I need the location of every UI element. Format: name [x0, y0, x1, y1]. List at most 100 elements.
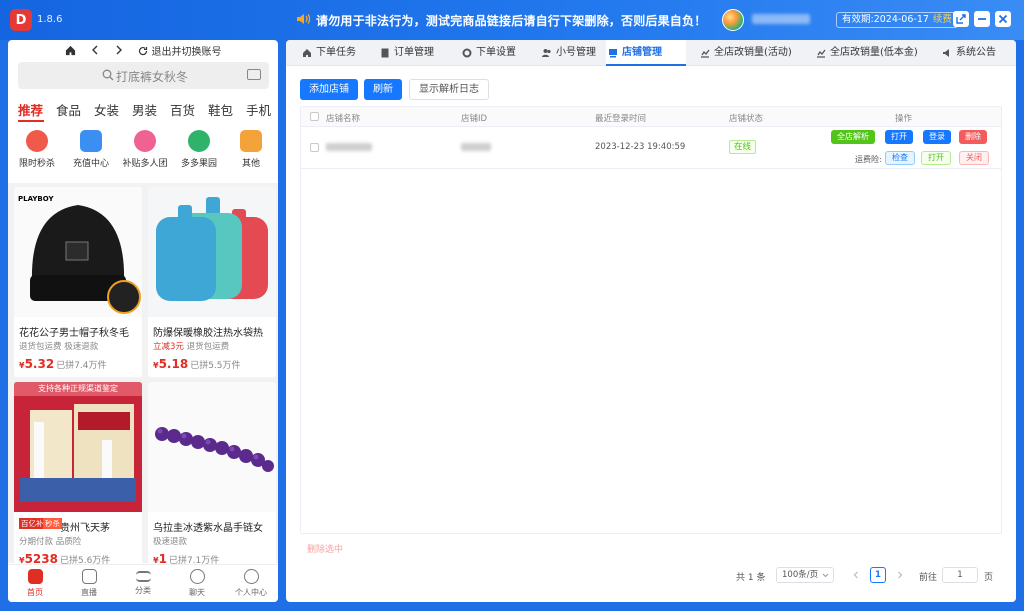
- category-men[interactable]: 男装: [132, 100, 157, 119]
- product-image: [148, 382, 276, 512]
- tab-order-management[interactable]: 订单管理: [378, 40, 434, 66]
- phone-search-bar[interactable]: 打底裤女秋冬: [18, 62, 269, 89]
- parse-store-button[interactable]: 全店解析: [831, 130, 875, 144]
- freight-close-button[interactable]: 关闭: [959, 151, 989, 165]
- category-food[interactable]: 食品: [56, 100, 81, 119]
- product-tag-text: 退货包运费: [186, 342, 230, 352]
- app-version: 1.8.6: [37, 14, 63, 25]
- shortcut-label: 限时秒杀: [18, 159, 55, 169]
- tab-label: 全店改销量(活动): [714, 47, 792, 58]
- tab-system-notice[interactable]: 系统公告: [940, 40, 996, 66]
- list-icon: [135, 571, 151, 582]
- renew-link[interactable]: 续费: [933, 14, 952, 25]
- product-card[interactable]: 防爆保暖橡胶注热水袋热 立减3元 退货包运费 ¥5.18 已拼5.5万件: [148, 187, 276, 377]
- product-image: 支持各种正规渠道鉴定: [14, 382, 142, 512]
- grid-icon: [240, 130, 262, 152]
- store-icon: [609, 49, 617, 58]
- next-page-icon[interactable]: [896, 571, 904, 579]
- shortcut-label: 多多果园: [180, 159, 217, 169]
- tabbar-home[interactable]: 首页: [8, 569, 62, 598]
- product-card[interactable]: PLAYBOY 花花公子男士帽子秋冬毛 退货包运费 极速退款 ¥5.32 已拼7.…: [14, 187, 142, 377]
- category-recommend[interactable]: 推荐: [18, 100, 43, 119]
- product-tags: 极速退款: [153, 537, 188, 547]
- tabbar-profile[interactable]: 个人中心: [224, 569, 278, 598]
- shortcut-flash-sale[interactable]: 限时秒杀: [10, 128, 64, 169]
- freight-open-button[interactable]: 打开: [921, 151, 951, 165]
- store-name-redacted: [326, 143, 372, 151]
- category-shoes-bags[interactable]: 鞋包: [208, 100, 233, 119]
- tab-label: 下单任务: [316, 47, 356, 58]
- add-store-button[interactable]: 添加店铺: [300, 79, 358, 100]
- phone-shortcut-row: 限时秒杀 充值中心 补贴多人团 多多果园 其他: [8, 128, 278, 178]
- tab-store-sales-low-capital[interactable]: 全店改销量(低本金): [814, 40, 918, 66]
- forward-icon[interactable]: [114, 45, 124, 55]
- close-icon: [998, 14, 1008, 24]
- minimize-button[interactable]: [974, 11, 990, 27]
- show-parse-log-button[interactable]: 显示解析日志: [409, 79, 489, 100]
- search-icon: [102, 69, 114, 81]
- camera-icon[interactable]: [247, 69, 261, 80]
- tabbar-live[interactable]: 直播: [62, 569, 116, 598]
- category-phones[interactable]: 手机: [246, 100, 271, 119]
- app-logo: D: [10, 9, 32, 31]
- user-avatar[interactable]: [722, 9, 744, 31]
- tab-order-task[interactable]: 下单任务: [300, 40, 356, 66]
- open-store-button[interactable]: 打开: [885, 130, 913, 144]
- product-card[interactable]: 支持各种正规渠道鉴定 贵州飞天茅 百亿补贴 秒杀 分期付款 品质险 ¥5238 已…: [14, 382, 142, 572]
- shortcut-group-buy[interactable]: 补贴多人团: [118, 128, 172, 169]
- goto-page-input[interactable]: 1: [942, 567, 978, 583]
- tabbar-category[interactable]: 分类: [116, 569, 170, 596]
- select-all-checkbox[interactable]: [310, 112, 319, 121]
- price-value: 5.18: [158, 357, 189, 371]
- product-tags: 立减3元 退货包运费: [153, 340, 229, 352]
- tab-label: 小号管理: [556, 47, 596, 58]
- announcement-icon: [943, 49, 949, 57]
- tab-store-management[interactable]: 店铺管理: [606, 40, 686, 66]
- popout-button[interactable]: [953, 11, 969, 27]
- smile-icon: [243, 569, 259, 584]
- shortcut-orchard[interactable]: 多多果园: [172, 128, 226, 169]
- switch-account-label: 退出并切换账号: [151, 46, 222, 58]
- product-price: ¥5.32 已拼7.4万件: [19, 357, 107, 371]
- tab-accounts[interactable]: 小号管理: [540, 40, 596, 66]
- shortcut-recharge[interactable]: 充值中心: [64, 128, 118, 169]
- page-size-select[interactable]: 100条/页: [776, 567, 834, 583]
- switch-account-link[interactable]: 退出并切换账号: [138, 43, 222, 58]
- tab-store-sales-activity[interactable]: 全店改销量(活动): [698, 40, 792, 66]
- chat-icon: [189, 569, 205, 584]
- gear-icon: [462, 48, 472, 58]
- shortcut-other[interactable]: 其他: [224, 128, 278, 169]
- freight-check-button[interactable]: 检查: [885, 151, 915, 165]
- tab-label: 订单管理: [394, 47, 434, 58]
- bracelet-image: [155, 427, 274, 472]
- category-women[interactable]: 女装: [94, 100, 119, 119]
- category-general[interactable]: 百货: [170, 100, 195, 119]
- col-store-id: 店铺ID: [461, 114, 488, 124]
- product-tags: 退货包运费 极速退款: [19, 342, 99, 352]
- home-icon: [303, 49, 311, 57]
- phone-preview: 退出并切换账号 打底裤女秋冬 推荐 食品 女装 男装 百货 鞋包 手机 限时秒杀…: [8, 40, 278, 602]
- pagination-total: 共 1 条: [736, 573, 766, 583]
- chart-icon: [701, 49, 710, 58]
- prev-page-icon[interactable]: [852, 571, 860, 579]
- phone-tab-bar: 首页 直播 分类 聊天 个人中心: [8, 564, 278, 602]
- home-icon[interactable]: [65, 45, 76, 56]
- product-card[interactable]: 乌拉圭冰透紫水晶手链女 极速退款 ¥1 已拼7.1万件: [148, 382, 276, 572]
- title-bar: D 1.8.6 请勿用于非法行为，测试完商品链接后请自行下架删除，否则后果自负！…: [0, 0, 1024, 40]
- login-store-button[interactable]: 登录: [923, 130, 951, 144]
- back-icon[interactable]: [90, 45, 100, 55]
- flower-icon: [134, 130, 156, 152]
- close-button[interactable]: [995, 11, 1011, 27]
- notice-text: 请勿用于非法行为，测试完商品链接后请自行下架删除，否则后果自负！: [316, 14, 707, 28]
- speaker-icon: [297, 14, 311, 24]
- delete-selected-button[interactable]: 删除选中: [307, 542, 343, 555]
- tabbar-chat[interactable]: 聊天: [170, 569, 224, 598]
- page-number-current[interactable]: 1: [870, 567, 886, 583]
- tabbar-label: 个人中心: [235, 588, 267, 597]
- delete-store-button[interactable]: 删除: [959, 130, 987, 144]
- refresh-button[interactable]: 刷新: [364, 79, 402, 100]
- tab-order-settings[interactable]: 下单设置: [460, 40, 516, 66]
- expiry-date: 2024-06-17: [873, 14, 929, 25]
- page-size-value: 100条/页: [782, 570, 819, 580]
- row-checkbox[interactable]: [310, 143, 319, 152]
